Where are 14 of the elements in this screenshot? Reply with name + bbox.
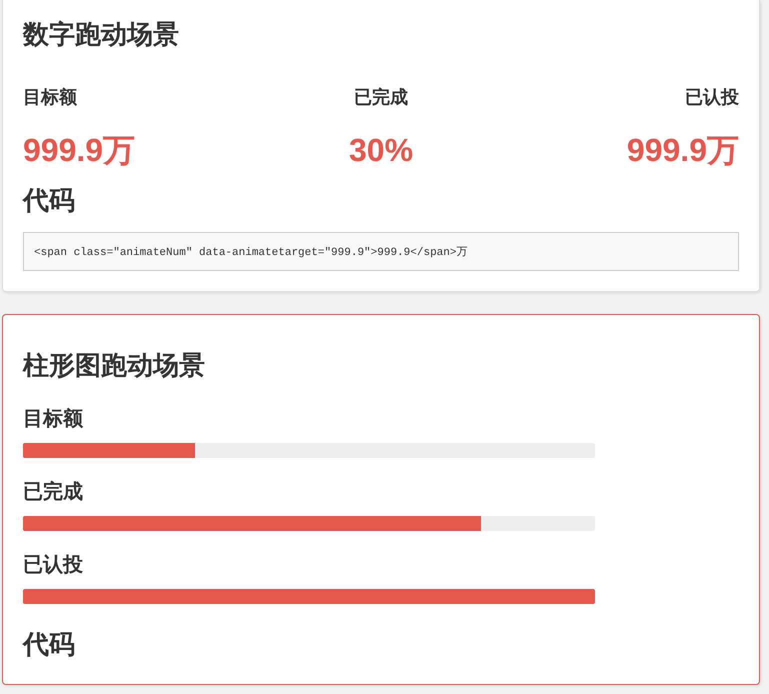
bar-label: 目标额: [23, 406, 84, 432]
section-title: 数字跑动场景: [23, 18, 180, 51]
stat-value: 30%: [348, 131, 414, 170]
bar-label: 已认投: [23, 553, 84, 578]
section-title: 柱形图跑动场景: [23, 349, 206, 382]
code-heading: 代码: [23, 184, 76, 217]
stat-value: 999.9万: [626, 131, 739, 170]
stat-value: 999.9万: [23, 131, 136, 170]
code-block: <span class="animateNum" data-animatetarget="999.9">999.9</span>万: [23, 232, 739, 271]
stat-label: 已完成: [354, 86, 408, 109]
stat-label: 目标额: [23, 86, 77, 109]
code-heading: 代码: [23, 628, 76, 661]
bar-label: 已完成: [23, 480, 84, 505]
stat-label: 已认投: [684, 86, 739, 109]
